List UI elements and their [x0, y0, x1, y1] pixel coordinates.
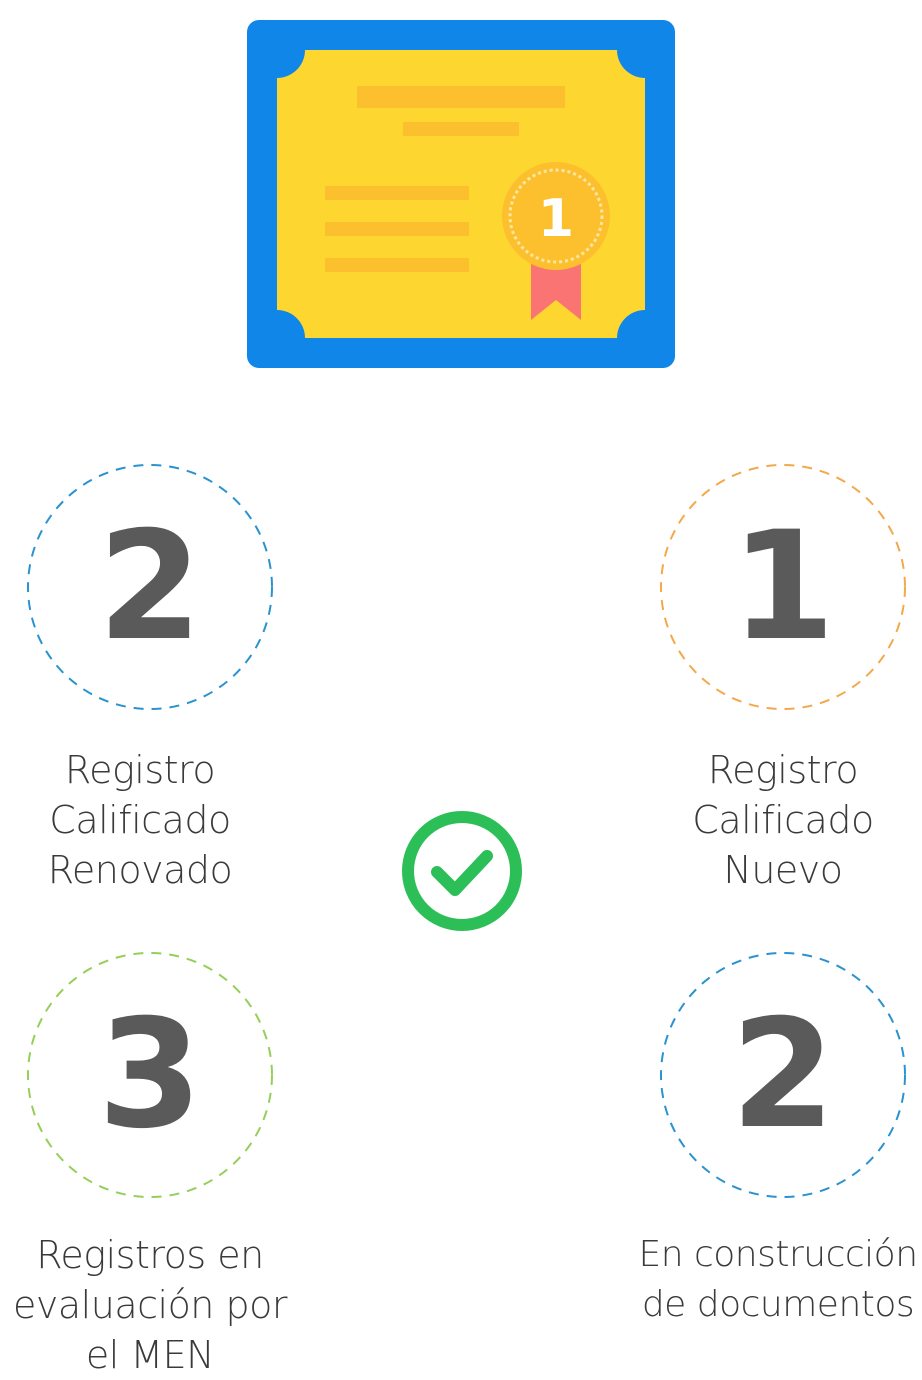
stat-label-nuevo: Registro Calificado Nuevo: [692, 748, 874, 892]
certificate-icon: 1: [247, 20, 675, 368]
stat-number: 3: [97, 988, 203, 1162]
stat-circle-renovado: 2: [25, 462, 275, 712]
stat-circle-nuevo: 1: [658, 462, 908, 712]
stat-number: 2: [97, 500, 203, 674]
stat-number: 2: [730, 988, 836, 1162]
medal-number: 1: [538, 189, 574, 249]
stat-label-evaluacion: Registros en evaluación por el MEN: [13, 1233, 287, 1377]
stat-label-renovado: Registro Calificado Renovado: [47, 748, 233, 892]
check-circle-icon: [402, 811, 522, 931]
stat-circle-evaluacion: 3: [25, 950, 275, 1200]
stat-label-construccion: En construcción de documentos: [638, 1234, 918, 1325]
stat-circle-construccion: 2: [658, 950, 908, 1200]
stat-number: 1: [730, 500, 836, 674]
medal-icon: 1: [502, 162, 610, 270]
